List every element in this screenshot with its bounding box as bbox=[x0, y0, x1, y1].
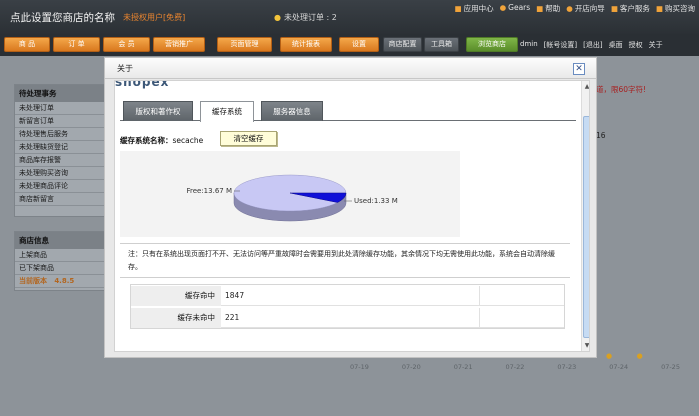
store-info-item: 已下架商品 bbox=[15, 262, 104, 275]
scroll-up-icon[interactable]: ▲ bbox=[583, 83, 589, 91]
date-label: 07-25 bbox=[661, 363, 680, 371]
stat-value: 221 bbox=[225, 313, 240, 322]
date-label: 07-23 bbox=[557, 363, 577, 371]
license-link[interactable]: 授权 bbox=[629, 40, 643, 50]
tab-cache-system[interactable]: 缓存系统 bbox=[200, 101, 254, 122]
scroll-thumb[interactable] bbox=[583, 116, 589, 338]
table-row: 缓存命中 1847 bbox=[131, 286, 564, 306]
chart-dots: ● ● bbox=[606, 352, 643, 360]
column-divider bbox=[479, 308, 480, 328]
clear-cache-button[interactable]: 清空缓存 bbox=[220, 131, 277, 146]
service-icon: ■ bbox=[610, 4, 618, 13]
todo-item[interactable]: 未处理购买咨询 bbox=[15, 167, 104, 180]
gears-link[interactable]: ● Gears bbox=[500, 3, 531, 14]
nav-tab-reports[interactable]: 统计报表 bbox=[280, 37, 332, 52]
top-header: 点此设置您商店的名称 未授权用户[免费] ● 未处理订单 : 2 ■ 应用中心 ● G… bbox=[0, 0, 699, 34]
pin-icon: ● bbox=[274, 13, 281, 22]
nav-tab-goods[interactable]: 商 品 bbox=[4, 37, 50, 52]
nav-tab-pages[interactable]: 页面管理 bbox=[217, 37, 272, 52]
logout-link[interactable]: [退出] bbox=[583, 40, 602, 50]
dialog-title: 关于 bbox=[105, 58, 596, 79]
nav-tab-orders[interactable]: 订 单 bbox=[53, 37, 100, 52]
tab-copyright[interactable]: 版权和著作权 bbox=[123, 101, 193, 121]
cache-name-value: secache bbox=[172, 136, 204, 145]
todo-panel: 待处理事务 未处理订单 新留言订单 待处理售后服务 未处理缺货登记 商品库存报警… bbox=[14, 84, 105, 217]
todo-item[interactable]: 商品库存报警 bbox=[15, 154, 104, 167]
dialog-body: shopex 版权和著作权 缓存系统 服务器信息 缓存系统名称：secache … bbox=[114, 80, 590, 352]
nav-tab-members[interactable]: 会 员 bbox=[103, 37, 150, 52]
cache-name-label: 缓存系统名称： bbox=[120, 136, 173, 145]
help-link[interactable]: ■ 帮助 bbox=[536, 3, 560, 14]
user-links: dmin [帐号设置] [退出] 桌面 授权 关于 bbox=[520, 40, 663, 50]
dialog-scrollbar[interactable]: ▲ ▼ bbox=[581, 81, 589, 351]
pie-chart-svg: Free:13.67 M Used:1.33 M bbox=[186, 174, 398, 222]
todo-item[interactable]: 商店新留言 bbox=[15, 193, 104, 206]
stat-label: 缓存未命中 bbox=[131, 308, 221, 328]
background-number: 16 bbox=[596, 131, 606, 140]
version-label: 当前版本 bbox=[19, 277, 47, 285]
help-icon: ■ bbox=[536, 4, 544, 13]
username: dmin bbox=[520, 40, 538, 48]
about-tabs: 版权和著作权 缓存系统 服务器信息 bbox=[120, 101, 576, 122]
wizard-icon: ● bbox=[566, 4, 573, 13]
store-name-link[interactable]: 点此设置您商店的名称 bbox=[10, 10, 115, 25]
nav-tab-store-config[interactable]: 商店配置 bbox=[383, 37, 422, 52]
store-info-panel: 商店信息 上架商品 已下架商品 当前版本 4.8.5 bbox=[14, 231, 105, 291]
about-dialog: 关于 ✕ shopex 版权和著作权 缓存系统 服务器信息 缓存系统名称：sec… bbox=[104, 57, 597, 358]
todo-item[interactable]: 未处理商品评论 bbox=[15, 180, 104, 193]
warning-text: 道，限60字符! bbox=[596, 85, 647, 94]
app-center-link[interactable]: ■ 应用中心 bbox=[455, 3, 494, 14]
pending-orders[interactable]: ● 未处理订单 : 2 bbox=[274, 12, 337, 23]
stat-label: 缓存命中 bbox=[131, 286, 221, 306]
account-settings-link[interactable]: [帐号设置] bbox=[544, 40, 577, 50]
pie-label-free: Free:13.67 M bbox=[186, 187, 232, 195]
store-info-item: 上架商品 bbox=[15, 249, 104, 262]
stat-value: 1847 bbox=[225, 291, 245, 300]
date-axis: 07-19 07-20 07-21 07-22 07-23 07-24 07-2… bbox=[350, 363, 680, 371]
version-value: 4.8.5 bbox=[54, 277, 75, 285]
customer-service-link[interactable]: ■ 客户服务 bbox=[611, 3, 650, 14]
nav-tab-toolbox[interactable]: 工具箱 bbox=[424, 37, 459, 52]
app-icon: ■ bbox=[454, 4, 462, 13]
version-row: 当前版本 4.8.5 bbox=[15, 275, 104, 288]
setup-wizard-link[interactable]: ● 开店向导 bbox=[566, 3, 605, 14]
scroll-down-icon[interactable]: ▼ bbox=[583, 342, 589, 350]
desktop-link[interactable]: 桌面 bbox=[609, 40, 623, 50]
purchase-consult-link[interactable]: ■ 购买咨询 bbox=[656, 3, 695, 14]
shopex-logo: shopex bbox=[115, 80, 170, 89]
about-link[interactable]: 关于 bbox=[649, 40, 663, 50]
pie-label-used: Used:1.33 M bbox=[354, 197, 398, 205]
nav-tab-settings[interactable]: 设置 bbox=[339, 37, 379, 52]
date-label: 07-20 bbox=[401, 363, 421, 371]
todo-item[interactable]: 待处理售后服务 bbox=[15, 128, 104, 141]
todo-item[interactable]: 未处理缺货登记 bbox=[15, 141, 104, 154]
nav-tab-browse-store[interactable]: 浏览商店 bbox=[466, 37, 518, 52]
date-label: 07-21 bbox=[453, 363, 473, 371]
cache-note: 注：只有在系统出现页面打不开、无法访问等严重故障时会需要用到此处清除缓存功能，其… bbox=[120, 243, 570, 278]
date-label: 07-22 bbox=[505, 363, 525, 371]
cache-pie-chart: Free:13.67 M Used:1.33 M bbox=[120, 151, 460, 237]
pending-orders-label: 未处理订单 : 2 bbox=[283, 13, 337, 22]
date-label: 07-19 bbox=[350, 363, 369, 371]
store-info-title: 商店信息 bbox=[15, 232, 104, 249]
nav-tab-marketing[interactable]: 营销推广 bbox=[153, 37, 205, 52]
gears-icon: ● bbox=[499, 3, 507, 12]
top-links: ■ 应用中心 ● Gears ■ 帮助 ● 开店向导 ■ 客户服务 ■ 购买咨询 bbox=[455, 3, 695, 14]
todo-item[interactable]: 新留言订单 bbox=[15, 115, 104, 128]
cache-stats-table: 缓存命中 1847 缓存未命中 221 bbox=[130, 284, 565, 329]
todo-item[interactable]: 未处理订单 bbox=[15, 102, 104, 115]
tab-server-info[interactable]: 服务器信息 bbox=[261, 101, 323, 121]
close-icon[interactable]: ✕ bbox=[573, 63, 585, 75]
table-row: 缓存未命中 221 bbox=[131, 308, 564, 328]
cache-name-row: 缓存系统名称：secache bbox=[120, 135, 203, 146]
column-divider bbox=[479, 286, 480, 306]
date-label: 07-24 bbox=[609, 363, 629, 371]
unauthorized-link[interactable]: 未授权用户[免费] bbox=[123, 12, 185, 23]
todo-title: 待处理事务 bbox=[15, 85, 104, 102]
consult-icon: ■ bbox=[655, 4, 663, 13]
